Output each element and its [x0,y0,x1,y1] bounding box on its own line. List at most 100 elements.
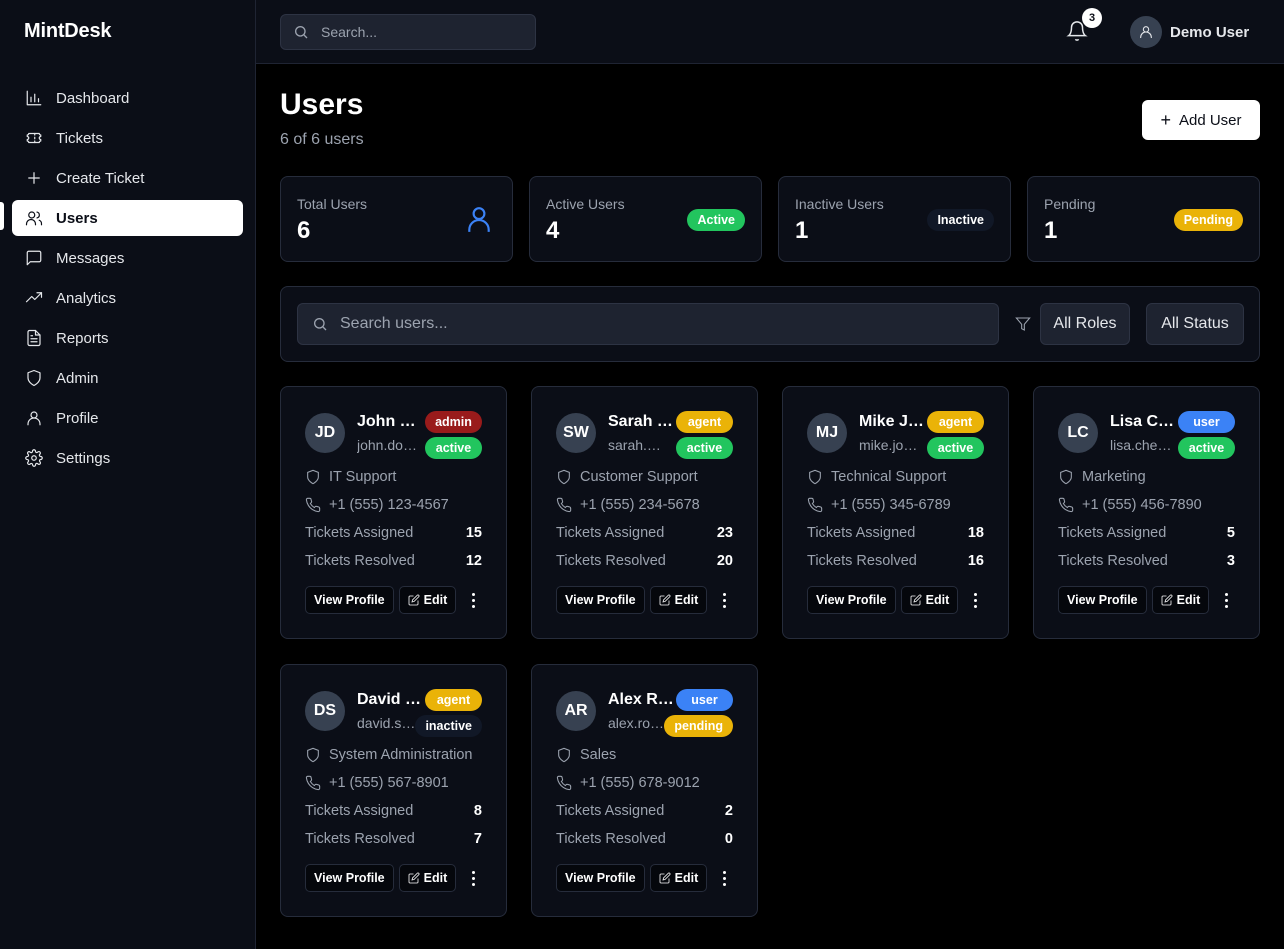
view-profile-button[interactable]: View Profile [556,864,645,892]
tickets-resolved-label: Tickets Resolved [1058,553,1168,569]
avatar: DS [305,691,345,731]
phone-row: +1 (555) 678-9012 [556,775,700,791]
tickets-resolved-row: Tickets Resolved 16 [807,553,984,569]
user-menu[interactable]: Demo User [1130,16,1249,48]
app-logo[interactable]: MintDesk [24,20,112,43]
user-email: sarah.wilson@company.com [608,437,670,453]
edit-button[interactable]: Edit [649,586,708,614]
phone-icon [556,775,572,791]
view-profile-button[interactable]: View Profile [305,864,394,892]
tickets-resolved-row: Tickets Resolved 7 [305,831,482,847]
shield-icon [558,747,570,763]
status-badge: active [927,437,984,459]
tickets-assigned-row: Tickets Assigned 5 [1058,525,1235,541]
shield-icon [307,469,319,485]
phone-row: +1 (555) 345-6789 [807,497,951,513]
sidebar-item-users[interactable]: Users [12,200,243,236]
more-options-button[interactable] [712,864,736,892]
user-name[interactable]: Mike Johnson [859,413,927,431]
role-filter-select[interactable]: All Roles [1040,303,1130,345]
user-card: LC Lisa Chen lisa.chen@company.com user … [1033,386,1260,639]
user-icon [24,408,44,428]
more-options-button[interactable] [712,586,736,614]
edit-button[interactable]: Edit [1151,586,1210,614]
view-profile-button[interactable]: View Profile [1058,586,1147,614]
tickets-resolved-value: 16 [967,553,984,569]
status-badge: active [1178,437,1235,459]
view-profile-button[interactable]: View Profile [807,586,896,614]
user-search[interactable] [297,303,999,345]
user-card: AR Alex Rodriguez alex.rodriguez@company… [531,664,758,917]
plus-icon: + [1160,110,1171,130]
more-options-button[interactable] [461,586,485,614]
sidebar-item-messages[interactable]: Messages [12,240,243,276]
stat-label: Inactive Users [795,196,884,212]
sidebar-item-label: Settings [56,449,111,467]
add-user-button[interactable]: + Add User [1142,100,1260,140]
user-email: alex.rodriguez@company.com [608,715,670,731]
edit-icon [408,872,420,884]
phone-row: +1 (555) 456-7890 [1058,497,1202,513]
more-options-button[interactable] [963,586,987,614]
edit-icon [659,594,671,606]
sidebar-item-label: Create Ticket [56,169,145,187]
tickets-assigned-value: 18 [967,525,984,541]
card-actions: View Profile Edit [1058,586,1238,614]
tickets-assigned-label: Tickets Assigned [556,525,665,541]
sidebar-item-admin[interactable]: Admin [12,360,243,396]
user-name[interactable]: David Smith [357,691,425,709]
department-row: Marketing [1058,469,1146,485]
stat-value: 1 [795,217,809,244]
user-name: Demo User [1170,23,1250,41]
user-name[interactable]: Lisa Chen [1110,413,1178,431]
user-name[interactable]: John Doe [357,413,425,431]
add-user-label: Add User [1178,111,1242,129]
status-badge: pending [664,715,733,737]
sidebar-item-profile[interactable]: Profile [12,400,243,436]
user-name[interactable]: Sarah Wilson [608,413,676,431]
role-badge: admin [425,411,482,433]
sidebar-item-reports[interactable]: Reports [12,320,243,356]
card-actions: View Profile Edit [556,864,736,892]
phone: +1 (555) 678-9012 [580,775,700,791]
more-options-button[interactable] [1214,586,1238,614]
tickets-assigned-label: Tickets Assigned [1058,525,1167,541]
sidebar-item-settings[interactable]: Settings [12,440,243,476]
user-card: JD John Doe john.doe@company.com admin a… [280,386,507,639]
sidebar-item-dashboard[interactable]: Dashboard [12,80,243,116]
sidebar-item-tickets[interactable]: Tickets [12,120,243,156]
edit-button[interactable]: Edit [398,586,457,614]
tickets-assigned-row: Tickets Assigned 15 [305,525,482,541]
edit-button[interactable]: Edit [398,864,457,892]
sidebar-item-label: Reports [56,329,109,347]
sidebar-item-create-ticket[interactable]: Create Ticket [12,160,243,196]
tickets-assigned-value: 15 [465,525,482,541]
avatar: AR [556,691,596,731]
edit-button[interactable]: Edit [900,586,959,614]
tickets-resolved-label: Tickets Resolved [305,831,415,847]
edit-label: Edit [674,871,699,885]
view-profile-button[interactable]: View Profile [556,586,645,614]
view-profile-button[interactable]: View Profile [305,586,394,614]
status-filter-select[interactable]: All Status [1146,303,1244,345]
user-icon [1140,26,1152,38]
phone-row: +1 (555) 567-8901 [305,775,449,791]
users-icon [24,208,44,228]
global-search[interactable] [280,14,536,50]
global-search-input[interactable] [321,24,521,40]
card-actions: View Profile Edit [807,586,987,614]
user-search-input[interactable] [340,315,940,333]
sidebar-item-analytics[interactable]: Analytics [12,280,243,316]
status-badge: active [425,437,482,459]
phone: +1 (555) 345-6789 [831,497,951,513]
department: System Administration [329,747,473,763]
user-name[interactable]: Alex Rodriguez [608,691,676,709]
role-badge: agent [676,411,733,433]
edit-button[interactable]: Edit [649,864,708,892]
stat-value: 1 [1044,217,1058,244]
avatar: MJ [807,413,847,453]
tickets-resolved-label: Tickets Resolved [556,553,666,569]
more-options-button[interactable] [461,864,485,892]
user-email: lisa.chen@company.com [1110,437,1172,453]
more-vertical-icon [471,869,475,887]
